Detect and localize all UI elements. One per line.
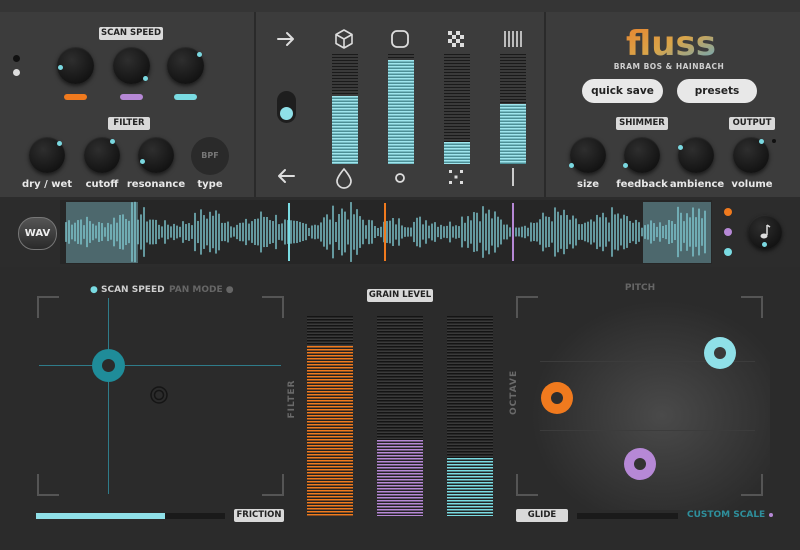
pad-corner bbox=[37, 474, 59, 496]
grain-level-label: GRAIN LEVEL bbox=[367, 289, 433, 302]
pad-corner bbox=[262, 296, 284, 318]
pan-mode-tab[interactable]: PAN MODE ● bbox=[169, 285, 234, 295]
filter-label: FILTER bbox=[108, 117, 150, 130]
scan-speed-color-orange bbox=[64, 94, 87, 100]
output-indicator bbox=[772, 139, 776, 143]
divider bbox=[254, 12, 256, 197]
scan-speed-handle[interactable] bbox=[92, 349, 125, 382]
wav-button[interactable]: WAV bbox=[18, 217, 57, 250]
pad-crosshair-v bbox=[108, 298, 109, 494]
shimmer-label: SHIMMER bbox=[616, 117, 668, 130]
playhead-purple[interactable] bbox=[512, 203, 514, 261]
voice-dot-orange[interactable] bbox=[724, 208, 732, 216]
presets-button[interactable]: presets bbox=[677, 79, 757, 103]
glide-slider[interactable] bbox=[577, 513, 678, 519]
tempo-sync-knob[interactable] bbox=[748, 215, 782, 249]
status-dot bbox=[13, 69, 20, 76]
direction-toggle[interactable] bbox=[277, 91, 296, 123]
shimmer-ambience-knob[interactable] bbox=[678, 137, 714, 173]
checker-icon bbox=[446, 29, 466, 49]
forward-arrow-icon[interactable] bbox=[275, 28, 297, 50]
filter-type-button[interactable]: BPF bbox=[191, 137, 229, 175]
feedback-label: feedback bbox=[616, 179, 668, 190]
scan-speed-knob-1[interactable] bbox=[57, 47, 94, 84]
grain-level-bar-cyan[interactable] bbox=[447, 316, 493, 516]
status-dot bbox=[13, 55, 20, 62]
friction-label: FRICTION bbox=[234, 509, 284, 522]
size-label: size bbox=[577, 179, 599, 190]
scatter-dots-icon bbox=[447, 168, 465, 186]
dry-wet-label: dry / wet bbox=[22, 179, 73, 190]
voice-dot-cyan[interactable] bbox=[724, 248, 732, 256]
backward-arrow-icon[interactable] bbox=[275, 165, 297, 187]
shimmer-feedback-knob[interactable] bbox=[623, 137, 660, 173]
pitch-handle-orange[interactable] bbox=[541, 382, 573, 414]
scan-speed-knob-3[interactable] bbox=[167, 47, 204, 84]
pitch-handle-purple[interactable] bbox=[624, 448, 656, 480]
octave-grid-line bbox=[540, 430, 755, 431]
filter-type-label: type bbox=[197, 179, 223, 190]
bars-icon bbox=[502, 29, 524, 49]
scan-speed-label: SCAN SPEED bbox=[99, 27, 163, 40]
single-line-icon bbox=[510, 166, 516, 188]
output-label: OUTPUT bbox=[729, 117, 775, 130]
pad-corner bbox=[516, 474, 538, 496]
volume-label: volume bbox=[731, 179, 773, 190]
fluss-logo: fluss bbox=[618, 22, 724, 64]
custom-scale-indicator bbox=[769, 513, 773, 517]
waveform-svg bbox=[65, 201, 706, 263]
brand-text: BRAM BOS & HAINBACH bbox=[613, 62, 725, 71]
pad-crosshair-h bbox=[39, 365, 281, 366]
quick-save-button[interactable]: quick save bbox=[582, 79, 663, 103]
scan-speed-color-cyan bbox=[174, 94, 197, 100]
cutoff-label: cutoff bbox=[85, 179, 119, 190]
note-icon bbox=[760, 224, 771, 239]
pad-corner bbox=[262, 474, 284, 496]
playhead-cyan[interactable] bbox=[288, 203, 290, 261]
pitch-handle-cyan[interactable] bbox=[704, 337, 736, 369]
cube-icon bbox=[333, 28, 355, 50]
shimmer-size-knob[interactable] bbox=[569, 137, 606, 173]
volume-knob[interactable] bbox=[733, 137, 769, 173]
small-circle-icon bbox=[393, 170, 407, 184]
divider bbox=[544, 12, 546, 197]
pad-corner bbox=[516, 296, 538, 318]
rounded-square-icon bbox=[389, 28, 411, 50]
voice-dot-purple[interactable] bbox=[724, 228, 732, 236]
grain-level-bar-orange[interactable] bbox=[307, 316, 353, 516]
scan-speed-color-purple bbox=[120, 94, 143, 100]
texture-slider-1[interactable] bbox=[332, 54, 358, 164]
playhead-orange[interactable] bbox=[384, 203, 386, 261]
scan-speed-knob-2[interactable] bbox=[113, 47, 150, 84]
resonance-label: resonance bbox=[126, 179, 186, 190]
filter-vertical-label: FILTER bbox=[287, 379, 297, 419]
scan-speed-tab[interactable]: ● SCAN SPEED bbox=[90, 285, 165, 295]
logo-text: fluss bbox=[626, 24, 716, 62]
resonance-knob[interactable] bbox=[138, 137, 174, 173]
pad-corner bbox=[37, 296, 59, 318]
top-bar bbox=[0, 0, 800, 12]
dry-wet-knob[interactable] bbox=[29, 137, 65, 173]
texture-slider-3[interactable] bbox=[444, 54, 470, 164]
octave-vertical-label: OCTAVE bbox=[509, 369, 519, 415]
custom-scale-toggle[interactable]: CUSTOM SCALE bbox=[687, 510, 765, 520]
friction-slider[interactable] bbox=[36, 513, 225, 519]
ambience-label: ambience bbox=[669, 179, 725, 190]
glide-label: GLIDE bbox=[516, 509, 568, 522]
pad-corner bbox=[741, 296, 763, 318]
pad-corner bbox=[741, 474, 763, 496]
texture-slider-2[interactable] bbox=[388, 54, 414, 164]
grain-level-bar-purple[interactable] bbox=[377, 316, 423, 516]
texture-slider-4[interactable] bbox=[500, 54, 526, 164]
cutoff-knob[interactable] bbox=[84, 137, 120, 173]
pitch-label: PITCH bbox=[624, 283, 656, 293]
target-marker-icon bbox=[150, 386, 168, 404]
drop-icon bbox=[335, 167, 353, 189]
